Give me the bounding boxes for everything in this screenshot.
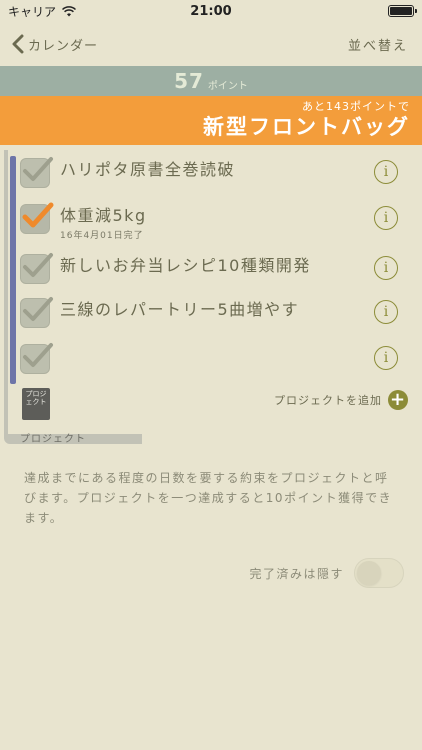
check-icon [23, 157, 53, 181]
project-title: 三線のレパートリー5曲増やす [60, 300, 300, 319]
plus-icon: + [388, 389, 408, 410]
project-checkbox[interactable] [20, 253, 53, 284]
project-completed-date: 16年4月01日完了 [60, 231, 144, 241]
project-row[interactable]: 三線のレパートリー5曲増やす i [18, 290, 416, 332]
project-row[interactable]: i [18, 336, 416, 378]
wifi-icon [62, 5, 77, 16]
points-unit: ポイント [207, 80, 248, 92]
goal-remaining: あと143ポイントで [302, 100, 410, 113]
sort-button[interactable]: 並べ替え [348, 35, 408, 54]
project-list: プロジェクト ハリポタ原書全巻読破 i 体重減5kg 16年4月01日完了 i … [4, 150, 418, 446]
check-icon [23, 297, 53, 321]
hide-completed-label: 完了済みは隠す [249, 566, 344, 581]
info-icon[interactable]: i [374, 256, 398, 280]
battery-icon [388, 5, 417, 17]
info-icon[interactable]: i [374, 160, 398, 184]
add-project-label: プロジェクトを追加 [274, 394, 382, 407]
project-row[interactable]: 体重減5kg 16年4月01日完了 i [18, 196, 416, 241]
project-row[interactable]: ハリポタ原書全巻読破 i [18, 150, 416, 192]
project-description: 達成までにある程度の日数を要する約束をプロジェクトと呼びます。プロジェクトを一つ… [24, 471, 393, 525]
project-tag-icon[interactable]: プロジェクト [22, 388, 50, 420]
chevron-left-icon [12, 34, 24, 54]
project-title: ハリポタ原書全巻読破 [60, 160, 236, 179]
project-title: 体重減5kg [60, 206, 147, 225]
add-project-button[interactable]: プロジェクトを追加 + [274, 390, 408, 410]
check-icon [23, 253, 53, 277]
carrier-label: キャリア [8, 4, 57, 19]
info-icon[interactable]: i [374, 300, 398, 324]
back-label: カレンダー [28, 38, 99, 54]
goal-reward: 新型フロントバッグ [203, 115, 410, 139]
project-checkbox[interactable] [20, 343, 53, 374]
project-row[interactable]: 新しいお弁当レシピ10種類開発 i [18, 246, 416, 288]
project-rail [10, 156, 16, 384]
hide-completed-row: 完了済みは隠す [249, 558, 404, 588]
project-title: 新しいお弁当レシピ10種類開発 [60, 256, 311, 275]
back-button[interactable]: カレンダー [12, 34, 98, 54]
check-icon [22, 202, 54, 228]
project-checkbox[interactable] [20, 297, 53, 328]
toggle-knob [357, 561, 381, 585]
goal-banner[interactable]: あと143ポイントで 新型フロントバッグ [0, 96, 422, 145]
status-left: キャリア [8, 3, 77, 20]
project-section-label: プロジェクト [20, 434, 86, 445]
project-checkbox[interactable] [20, 202, 54, 234]
points-value: 57 [174, 69, 204, 93]
info-icon[interactable]: i [374, 346, 398, 370]
navigation-bar: カレンダー 並べ替え [0, 22, 422, 66]
hide-completed-toggle[interactable] [354, 558, 404, 588]
check-icon [23, 343, 53, 367]
info-icon[interactable]: i [374, 206, 398, 230]
status-bar: キャリア 21:00 [0, 0, 422, 22]
points-bar: 57 ポイント [0, 66, 422, 96]
project-checkbox[interactable] [20, 157, 53, 188]
